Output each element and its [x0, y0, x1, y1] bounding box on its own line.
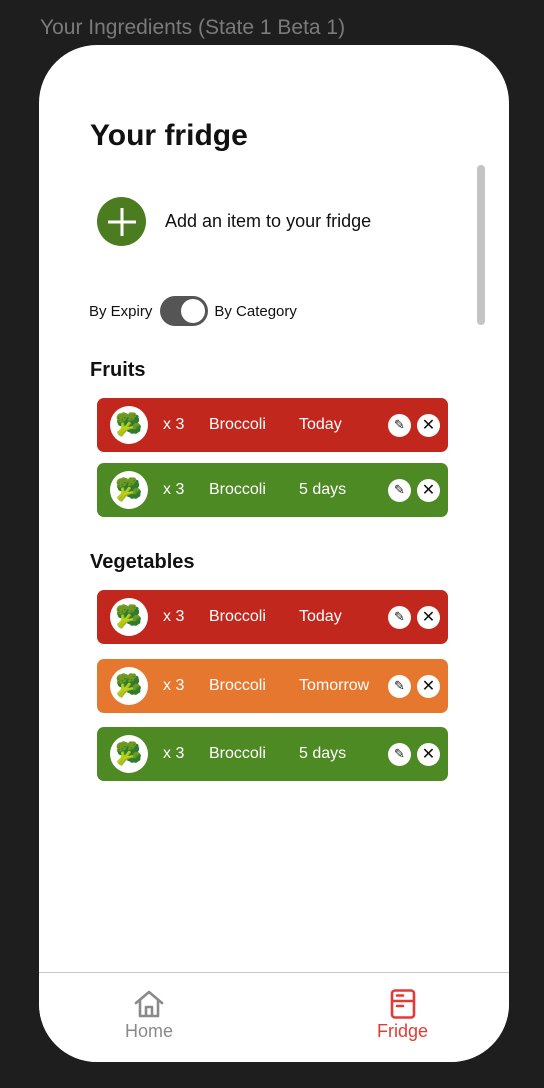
list-item[interactable]: 🥦 x 3 Broccoli 5 days ✎ ✕: [97, 463, 448, 517]
edit-icon[interactable]: ✎: [388, 478, 411, 502]
add-item-label: Add an item to your fridge: [165, 211, 372, 231]
home-icon: [134, 990, 164, 1018]
item-expiry: 5 days: [299, 745, 347, 762]
item-qty: x 3: [163, 745, 185, 762]
nav-fridge[interactable]: Fridge: [377, 989, 428, 1042]
list-item[interactable]: 🥦 x 3 Broccoli 5 days ✎ ✕: [97, 727, 448, 781]
list-item[interactable]: 🥦 x 3 Broccoli Today ✎ ✕: [97, 398, 448, 452]
item-name: Broccoli: [209, 416, 266, 433]
edit-icon[interactable]: ✎: [388, 742, 411, 766]
phone-screen: Your fridge Add an item to your fridge B…: [39, 45, 509, 1062]
sort-toggle-switch[interactable]: [160, 296, 209, 326]
broccoli-icon: 🥦: [110, 667, 148, 705]
item-qty: x 3: [163, 677, 185, 694]
toggle-right-label: By Category: [214, 302, 297, 320]
broccoli-icon: 🥦: [110, 406, 148, 444]
close-icon[interactable]: ✕: [417, 605, 440, 629]
item-expiry: Today: [299, 608, 342, 625]
toggle-left-label: By Expiry: [89, 302, 153, 320]
bottom-nav: Home Fridge: [39, 972, 509, 1062]
edit-icon[interactable]: ✎: [388, 605, 411, 629]
toggle-knob: [181, 299, 206, 323]
fridge-icon: [390, 989, 415, 1019]
page-title: Your fridge: [90, 119, 248, 152]
add-item-row[interactable]: Add an item to your fridge: [97, 197, 371, 246]
list-item[interactable]: 🥦 x 3 Broccoli Tomorrow ✎ ✕: [97, 659, 448, 713]
edit-icon[interactable]: ✎: [388, 674, 411, 698]
item-name: Broccoli: [209, 608, 266, 625]
frame-label: Your Ingredients (State 1 Beta 1): [40, 16, 346, 39]
list-item[interactable]: 🥦 x 3 Broccoli Today ✎ ✕: [97, 590, 448, 644]
item-expiry: Today: [299, 416, 342, 433]
edit-icon[interactable]: ✎: [388, 413, 411, 437]
item-name: Broccoli: [209, 677, 266, 694]
item-name: Broccoli: [209, 745, 266, 762]
broccoli-icon: 🥦: [110, 598, 148, 636]
add-item-button[interactable]: [97, 197, 146, 246]
nav-fridge-label: Fridge: [377, 1021, 429, 1041]
broccoli-icon: 🥦: [110, 471, 148, 509]
close-icon[interactable]: ✕: [417, 742, 440, 766]
section-title-fruits: Fruits: [90, 359, 146, 381]
item-name: Broccoli: [209, 481, 266, 498]
nav-home[interactable]: Home: [125, 989, 173, 1042]
section-title-vegetables: Vegetables: [90, 551, 195, 573]
item-expiry: 5 days: [299, 481, 347, 498]
close-icon[interactable]: ✕: [417, 674, 440, 698]
item-qty: x 3: [163, 481, 185, 498]
broccoli-icon: 🥦: [110, 735, 148, 773]
close-icon[interactable]: ✕: [417, 413, 440, 437]
scrollbar[interactable]: [477, 165, 485, 325]
nav-home-label: Home: [125, 1021, 174, 1041]
item-expiry: Tomorrow: [299, 677, 370, 694]
item-qty: x 3: [163, 608, 185, 625]
close-icon[interactable]: ✕: [417, 478, 440, 502]
item-qty: x 3: [163, 416, 185, 433]
sort-toggle-row: By Expiry By Category: [89, 296, 297, 326]
